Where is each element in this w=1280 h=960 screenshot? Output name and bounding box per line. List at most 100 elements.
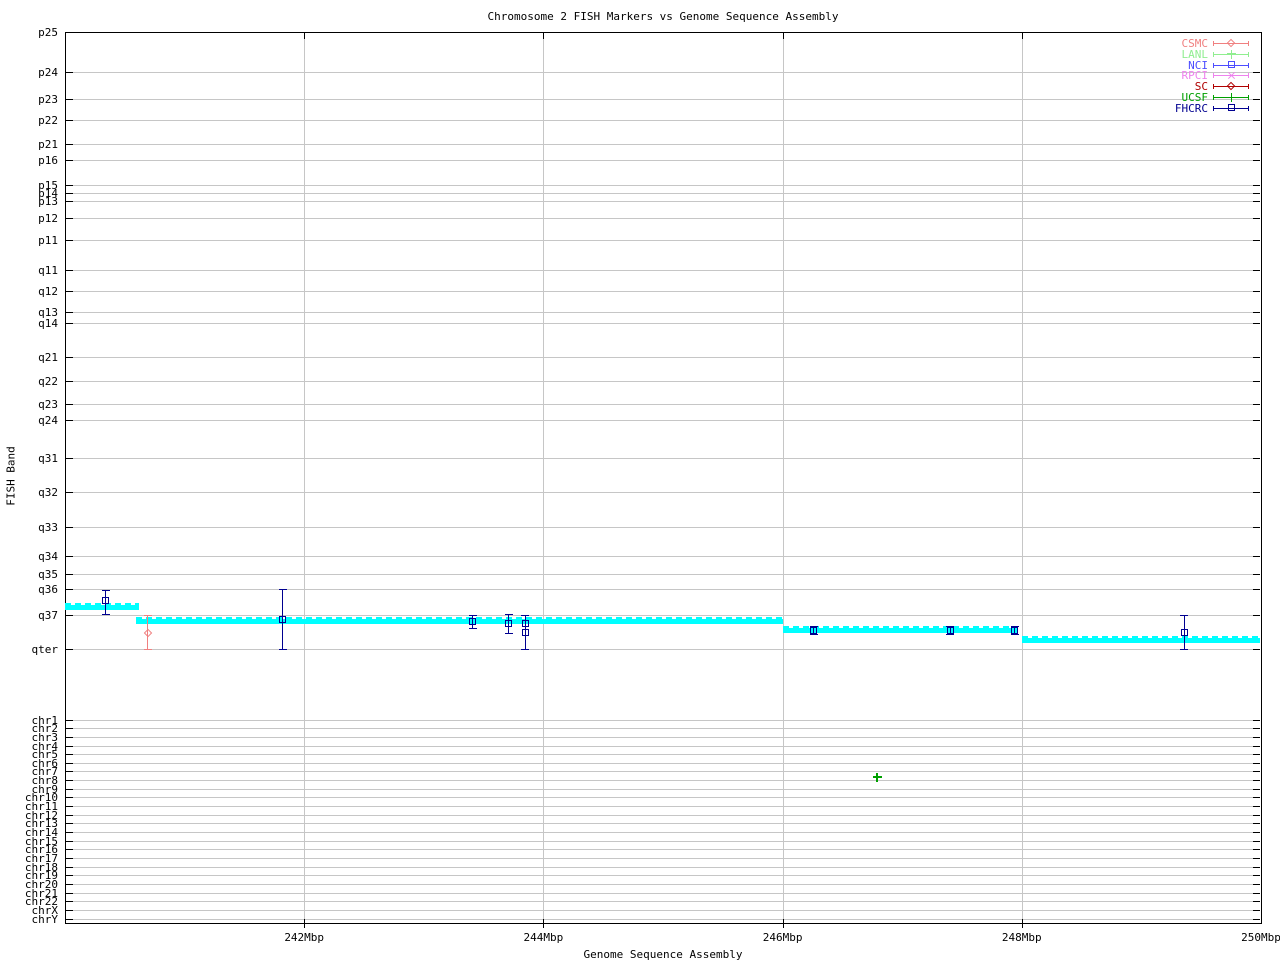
h-gridline <box>66 201 1260 202</box>
x-tick-label: 250Mbp <box>1241 931 1280 944</box>
h-gridline <box>66 788 1260 790</box>
y-tick-label: q11 <box>38 264 58 277</box>
y-tick-mark <box>66 160 73 161</box>
y-tick-mark <box>1253 72 1260 73</box>
y-tick-mark <box>1253 719 1260 721</box>
v-gridline <box>782 33 784 922</box>
h-gridline <box>66 615 1260 616</box>
data-point-square-marker-icon <box>810 626 818 634</box>
legend-label-lanl: LANL <box>1181 47 1209 61</box>
legend-sample-cap <box>1213 105 1214 111</box>
error-bar-cap <box>278 589 287 590</box>
h-gridline <box>66 745 1260 747</box>
y-tick-mark <box>1253 857 1260 859</box>
y-tick-label: q34 <box>38 550 58 563</box>
y-tick-label: q22 <box>38 375 58 388</box>
y-tick-mark <box>66 72 73 73</box>
error-bar-cap <box>1010 634 1019 635</box>
h-gridline <box>66 875 1260 877</box>
y-tick-label: q37 <box>38 609 58 622</box>
y-tick-mark <box>1253 806 1260 807</box>
y-tick-label: q21 <box>38 351 58 364</box>
legend-sample-cap <box>1213 95 1214 100</box>
y-tick-mark <box>1253 649 1260 650</box>
data-point-square-marker-icon <box>102 596 110 604</box>
y-tick-mark <box>1253 193 1260 194</box>
h-gridline <box>66 771 1260 773</box>
h-gridline <box>66 883 1260 885</box>
error-bar-cap <box>504 633 513 634</box>
y-tick-mark <box>66 193 73 194</box>
legend-sample-cap <box>1213 41 1214 46</box>
h-gridline <box>66 719 1260 721</box>
y-tick-mark <box>1253 797 1260 799</box>
y-tick-mark <box>66 814 73 816</box>
h-gridline <box>66 270 1260 271</box>
y-tick-mark <box>1253 381 1260 382</box>
h-gridline <box>66 527 1260 528</box>
legend-label-nci: NCI <box>1188 58 1208 72</box>
assembly-band-dash <box>782 625 1019 628</box>
x-tick-mark <box>304 919 306 928</box>
y-tick-mark <box>66 745 73 747</box>
v-gridline <box>543 33 545 922</box>
y-tick-mark <box>1253 357 1260 358</box>
h-gridline <box>66 420 1260 421</box>
y-tick-mark <box>66 754 73 756</box>
y-tick-mark <box>66 120 73 121</box>
y-tick-label: p23 <box>38 93 58 106</box>
y-tick-mark <box>1253 32 1260 33</box>
h-gridline <box>66 849 1260 851</box>
h-gridline <box>66 99 1260 100</box>
y-tick-mark <box>1253 270 1260 271</box>
x-tick-mark <box>304 32 306 39</box>
h-gridline <box>66 754 1260 756</box>
y-tick-mark <box>1253 901 1260 903</box>
y-tick-mark <box>66 574 73 575</box>
y-tick-label: q36 <box>38 583 58 596</box>
h-gridline <box>66 823 1260 825</box>
assembly-band <box>782 625 1019 633</box>
y-tick-label: p21 <box>38 138 58 151</box>
h-gridline <box>66 323 1260 324</box>
h-gridline <box>66 806 1260 807</box>
y-tick-label: p22 <box>38 114 58 127</box>
error-bar-cap <box>278 649 287 650</box>
y-tick-mark <box>66 857 73 859</box>
y-tick-label: q24 <box>38 414 58 427</box>
x-tick-label: 242Mbp <box>284 931 325 944</box>
error-bar-cap <box>1180 615 1189 616</box>
h-gridline <box>66 589 1260 590</box>
error-bar-cap <box>143 649 152 650</box>
legend-label-ucsf: UCSF <box>1181 91 1209 104</box>
legend-sample-cap <box>1248 41 1249 46</box>
y-tick-mark <box>66 840 73 842</box>
y-tick-mark <box>66 556 73 557</box>
h-gridline <box>66 728 1260 730</box>
y-tick-label: p24 <box>38 66 58 79</box>
h-gridline <box>66 381 1260 382</box>
y-tick-label: q14 <box>38 317 58 330</box>
y-tick-mark <box>66 849 73 851</box>
h-gridline <box>66 404 1260 405</box>
h-gridline <box>66 240 1260 241</box>
y-tick-mark <box>1253 762 1260 764</box>
y-tick-mark <box>1253 240 1260 241</box>
error-bar-cap <box>521 615 530 616</box>
error-bar-cap <box>468 615 477 616</box>
y-tick-mark <box>66 99 73 100</box>
legend-label-sc: SC <box>1194 80 1208 94</box>
error-bar-cap <box>521 649 530 650</box>
data-point-square-marker-icon <box>469 617 477 625</box>
y-tick-mark <box>1253 556 1260 557</box>
data-point-square-marker-icon <box>946 626 954 634</box>
y-tick-label: q33 <box>38 521 58 534</box>
y-tick-mark <box>66 589 73 590</box>
h-gridline <box>66 556 1260 557</box>
assembly-band-dash <box>135 617 783 619</box>
h-gridline <box>66 857 1260 859</box>
y-tick-mark <box>66 291 73 292</box>
data-point-square-marker-icon <box>279 615 287 623</box>
data-point-plus-marker-icon <box>876 773 879 782</box>
x-tick-label: 246Mbp <box>762 931 803 944</box>
